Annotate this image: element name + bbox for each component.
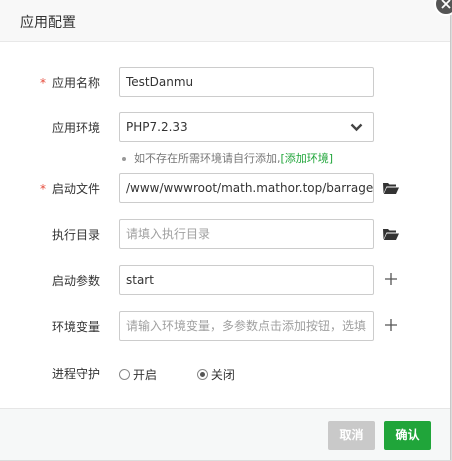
start-file-label-row: * 启动文件 xyxy=(0,182,100,196)
env-hint: 如不存在所需环境请自行添加,[添加环境] xyxy=(122,150,333,166)
app-name-value: TestDanmu xyxy=(126,75,194,89)
daemon-radio-group: 开启 关闭 xyxy=(119,366,253,383)
daemon-off-radio[interactable]: 关闭 xyxy=(196,366,235,383)
app-name-input[interactable]: TestDanmu xyxy=(119,67,374,97)
dialog-title-bar: 应用配置 xyxy=(0,0,450,42)
app-name-label-row: * 应用名称 xyxy=(0,76,100,90)
dialog-title: 应用配置 xyxy=(20,15,76,31)
bullet-dot xyxy=(122,157,126,161)
daemon-on-radio[interactable]: 开启 xyxy=(119,366,157,383)
start-file-input[interactable]: /www/wwwroot/math.mathor.top/barrage/ xyxy=(119,173,374,203)
plus-icon[interactable] xyxy=(385,273,397,285)
daemon-label: 进程守护 xyxy=(51,367,100,381)
folder-icon[interactable] xyxy=(382,181,400,195)
start-file-label: 启动文件 xyxy=(51,182,100,196)
app-name-label: 应用名称 xyxy=(51,76,100,90)
daemon-on-label: 开启 xyxy=(133,368,158,382)
app-env-select[interactable]: PHP7.2.33 xyxy=(119,112,374,142)
plus-icon[interactable] xyxy=(385,319,397,331)
cancel-button[interactable]: 取消 xyxy=(328,421,375,450)
start-file-value: /www/wwwroot/math.mathor.top/barrage/ xyxy=(126,181,374,195)
dialog-footer: 取消 确认 xyxy=(0,408,450,460)
confirm-button[interactable]: 确认 xyxy=(384,421,431,450)
app-env-value: PHP7.2.33 xyxy=(126,120,188,134)
env-vars-input[interactable]: 请输入环境变量，多参数点击添加按钮，选填 xyxy=(119,311,374,341)
start-args-label: 启动参数 xyxy=(51,274,100,288)
env-vars-label: 环境变量 xyxy=(51,320,100,334)
required-mark: * xyxy=(39,182,46,196)
folder-icon[interactable] xyxy=(382,227,400,241)
radio-circle-selected xyxy=(196,369,208,380)
radio-circle xyxy=(119,369,130,380)
required-mark: * xyxy=(39,76,46,90)
exec-dir-input[interactable]: 请填入执行目录 xyxy=(119,219,374,249)
start-args-value: start xyxy=(126,273,154,287)
close-icon xyxy=(441,0,451,9)
env-vars-placeholder: 请输入环境变量，多参数点击添加按钮，选填 xyxy=(126,319,367,333)
app-config-dialog: 应用配置 * 应用名称 TestDanmu 应用环境 PHP7.2.33 如不存在… xyxy=(0,0,451,460)
exec-dir-label: 执行目录 xyxy=(51,228,100,242)
start-args-input[interactable]: start xyxy=(119,265,374,295)
chevron-down-icon xyxy=(350,123,363,132)
daemon-off-label: 关闭 xyxy=(210,368,235,382)
exec-dir-placeholder: 请填入执行目录 xyxy=(126,227,211,241)
env-hint-text: 如不存在所需环境请自行添加, xyxy=(134,152,281,165)
app-env-label: 应用环境 xyxy=(51,121,100,135)
add-env-link[interactable]: [添加环境] xyxy=(281,152,334,165)
